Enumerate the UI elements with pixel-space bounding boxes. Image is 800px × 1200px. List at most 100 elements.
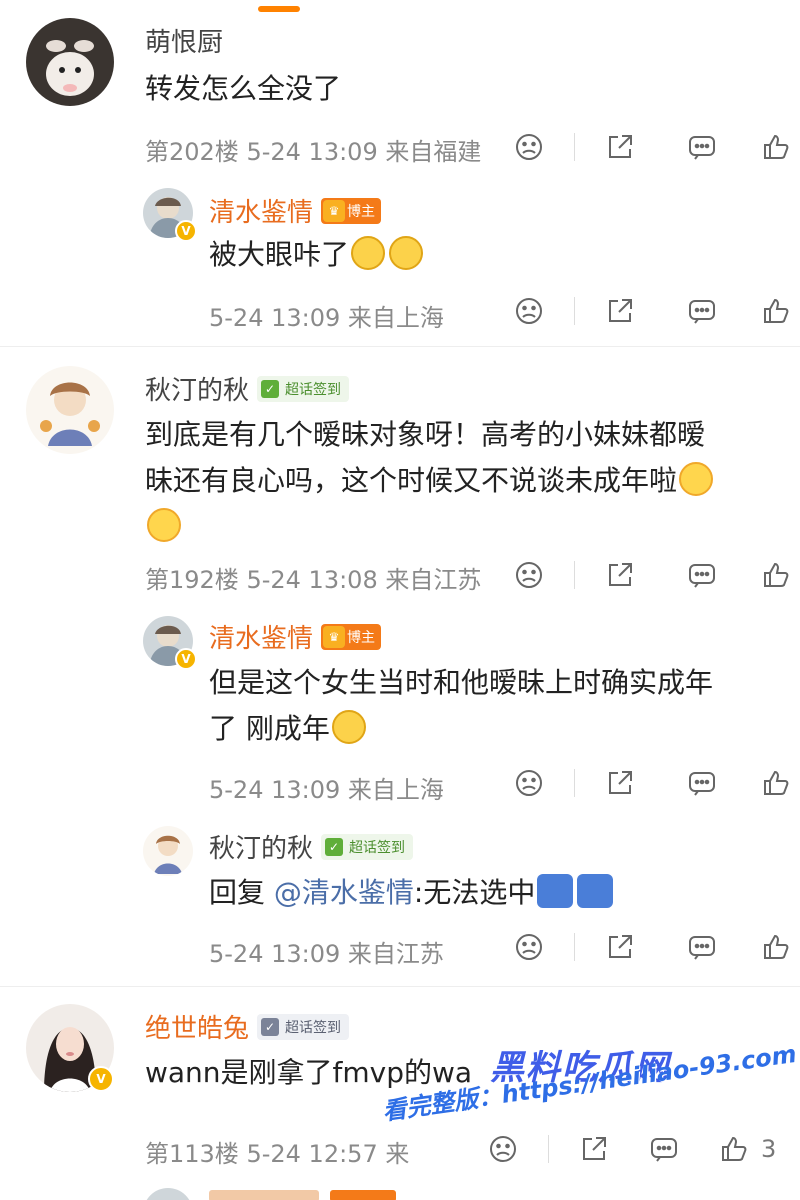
floor-number: 第113楼 [145,1140,239,1168]
scroll-indicator [258,6,300,12]
crying-emoji-icon [351,236,386,270]
avatar[interactable] [143,826,193,876]
check-icon: ✓ [325,837,344,856]
divider [574,297,575,325]
name-row: 绝世皓兔 ✓ 超话签到 [145,1008,350,1045]
action-bar [512,930,793,964]
badge-label: 博主 [347,629,376,646]
share-icon[interactable] [603,766,637,800]
timestamp: 5-24 13:09 [246,138,378,166]
supertopic-checkin-badge: ✓ 超话签到 [321,833,414,860]
comment-text: 到底是有几个暧昧对象呀！高考的小妹妹都暧 昧还有良心吗，这个时候又不说谈未成年啦 [145,412,785,550]
share-icon[interactable] [603,130,637,164]
like-icon[interactable] [759,558,793,592]
text-line: 昧还有良心吗，这个时候又不说谈未成年啦 [145,458,785,504]
like-icon[interactable] [759,930,793,964]
timestamp: 5-24 13:09 [209,304,341,332]
avatar[interactable] [26,18,114,106]
comment-icon[interactable] [685,766,719,800]
share-icon[interactable] [603,294,637,328]
crown-icon: ♛ [323,625,346,648]
username[interactable]: 清水鉴情 [209,192,313,229]
comment-icon[interactable] [685,294,719,328]
name-row: 萌恨厨 [145,22,223,59]
comment-icon[interactable] [685,930,719,964]
dislike-icon[interactable] [512,930,546,964]
badge-label: 超话签到 [349,839,406,856]
floor-number: 第192楼 [145,566,239,594]
timestamp: 5-24 13:08 [246,566,378,594]
name-row: 清水鉴情 ♛ 博主 [209,618,382,655]
text-line: 了 刚成年 [209,706,789,752]
name-row: 秋汀的秋 ✓ 超话签到 [209,828,414,865]
dislike-icon[interactable] [486,1132,520,1166]
comment-icon[interactable] [685,558,719,592]
action-bar: 3 [486,1132,776,1166]
comment-meta: 第202楼 5-24 13:09 来自福建 [145,132,481,167]
location: 来 [385,1140,410,1168]
blogger-badge: ♛ 博主 [321,197,382,224]
smile-emoji-icon [679,462,714,496]
username[interactable]: 清水鉴情 [209,618,313,655]
smile-emoji-icon [147,508,181,542]
check-icon: ✓ [261,1017,280,1036]
dislike-icon[interactable] [512,766,546,800]
cheer-emoji-icon [577,874,614,908]
dislike-icon[interactable] [512,294,546,328]
share-icon[interactable] [577,1132,611,1166]
location: 来自上海 [347,776,444,804]
like-icon[interactable] [759,766,793,800]
verified-icon: V [175,220,197,242]
comment-text: 回复 @清水鉴情:无法选中 [209,870,615,916]
share-icon[interactable] [603,558,637,592]
blogger-badge: ♛ 博主 [321,623,382,650]
action-bar [512,130,793,164]
divider [574,933,575,961]
comment-meta: 5-24 13:09 来自上海 [209,298,444,333]
action-bar [512,558,793,592]
avatar[interactable] [143,1188,193,1200]
comment-meta: 第192楼 5-24 13:08 来自江苏 [145,560,481,595]
timestamp: 5-24 13:09 [209,940,341,968]
action-bar [512,294,793,328]
like-icon[interactable] [759,130,793,164]
username[interactable]: 萌恨厨 [145,22,223,59]
username[interactable]: 秋汀的秋 [209,828,313,865]
badge-label: 超话签到 [285,381,342,398]
location: 来自福建 [385,138,482,166]
comment-text: wann是刚拿了fmvp的wa [145,1056,473,1089]
text-content: 了 刚成年 [209,712,330,745]
floor-number: 第202楼 [145,138,239,166]
timestamp: 5-24 12:57 [246,1140,378,1168]
like-icon[interactable] [717,1132,751,1166]
avatar[interactable] [26,366,114,454]
dislike-icon[interactable] [512,130,546,164]
dislike-icon[interactable] [512,558,546,592]
comment-text: 被大眼咔了 [209,232,425,278]
comment-text: 转发怎么全没了 [145,72,342,105]
like-icon[interactable] [759,294,793,328]
divider [574,769,575,797]
reply-prefix: 回复 [209,876,274,909]
verified-icon: V [88,1066,114,1092]
username[interactable]: 秋汀的秋 [145,370,249,407]
check-icon: ✓ [261,379,280,398]
cheer-emoji-icon [537,874,574,908]
name-row: 秋汀的秋 ✓ 超话签到 [145,370,350,407]
crying-emoji-icon [331,710,366,744]
comment-meta: 5-24 13:09 来自江苏 [209,934,444,969]
text-line: 但是这个女生当时和他暧昧上时确实成年 [209,666,714,699]
badge-label: 博主 [347,203,376,220]
username[interactable]: 绝世皓兔 [145,1008,249,1045]
comment-icon[interactable] [685,130,719,164]
mention-link[interactable]: @清水鉴情 [274,876,414,909]
username-partial [209,1190,319,1200]
divider [548,1135,549,1163]
comment-icon[interactable] [647,1132,681,1166]
share-icon[interactable] [603,930,637,964]
comment-text: 但是这个女生当时和他暧昧上时确实成年 了 刚成年 [209,660,789,752]
comment-meta: 5-24 13:09 来自上海 [209,770,444,805]
divider [574,133,575,161]
watermark-title: 黑料吃瓜网 [490,1048,670,1088]
crying-emoji-icon [389,236,424,270]
